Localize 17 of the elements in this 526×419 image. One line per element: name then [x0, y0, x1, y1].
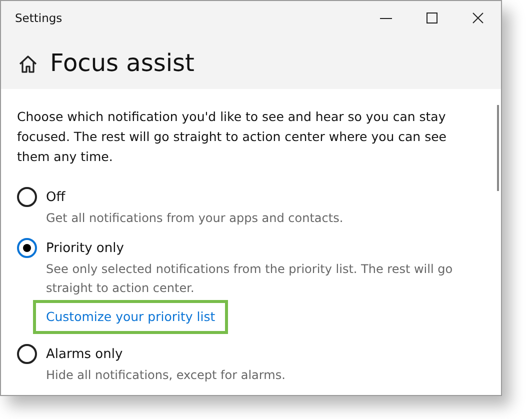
radio-button[interactable]	[17, 238, 37, 258]
home-icon[interactable]	[18, 54, 38, 74]
option-label: Alarms only	[46, 346, 123, 362]
maximize-icon	[425, 11, 439, 25]
page-title: Focus assist	[50, 49, 194, 77]
option-label: Off	[46, 190, 66, 204]
option-description: Hide all notifications, except for alarms.	[46, 367, 286, 384]
window-title: Settings	[14, 11, 62, 25]
customize-link[interactable]: Customize your priority list	[46, 309, 216, 324]
radio-button[interactable]	[17, 187, 37, 207]
option-description: Get all notifications from your apps and contacts.	[46, 210, 344, 227]
intro-text: Choose which notification you'd like to see and hear so you can stay focused. The rest will go straight to action center where you can see them any time.	[17, 108, 448, 166]
radio-button[interactable]	[17, 344, 37, 364]
close-icon	[471, 11, 485, 25]
scrollbar[interactable]	[497, 105, 499, 191]
option-label: Priority only	[46, 240, 124, 256]
option-description: See only selected notifications from the priority list. The rest will go straight to action center.	[46, 261, 454, 297]
